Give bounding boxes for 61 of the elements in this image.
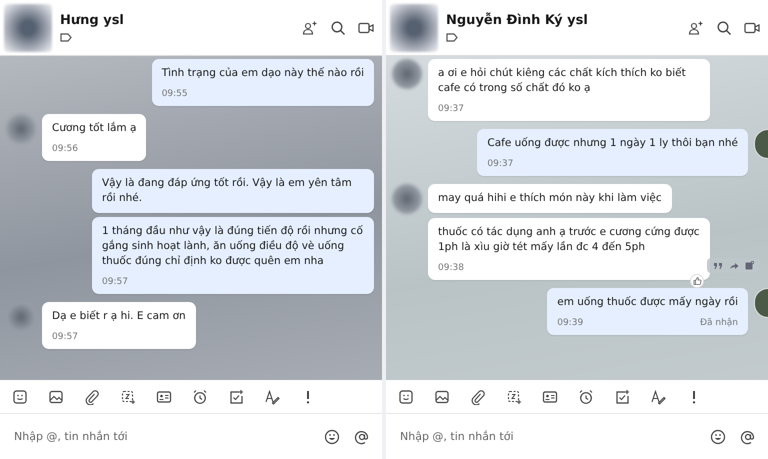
own-avatar[interactable] (754, 288, 768, 318)
contact-name: Hưng ysl (60, 13, 124, 28)
message-text: Tình trạng của em dạo này thế nào rồi (162, 66, 364, 81)
checkbox-icon[interactable] (228, 388, 244, 404)
checkbox-icon[interactable] (614, 388, 630, 404)
message-time: 09:37 (438, 104, 464, 114)
message-status: Đã nhận (700, 318, 738, 328)
message-text: 1 tháng đầu như vậy là đúng tiến độ rồi nhưng cố gắng sinh hoạt lành, ăn uống điều độ vè uống thuốc đúng chỉ định ko được quên em nha (102, 224, 364, 269)
message-text: Dạ e biết r ạ hi. E cam ơn (52, 309, 186, 324)
contact-card-icon[interactable] (156, 388, 172, 404)
message-text: may quá hihi e thích món này khi làm việc (438, 191, 662, 206)
video-camera-icon[interactable] (358, 20, 374, 34)
image-icon[interactable] (48, 388, 64, 404)
quote-icon[interactable] (713, 262, 723, 270)
mention-icon[interactable] (354, 428, 370, 444)
search-icon[interactable] (716, 20, 732, 36)
edit-icon[interactable] (745, 261, 754, 270)
own-avatar[interactable] (754, 129, 768, 159)
mention-icon[interactable] (740, 428, 756, 444)
paperclip-icon[interactable] (470, 388, 486, 404)
message-input[interactable]: Nhập @, tin nhắn tới (12, 429, 310, 444)
message-time: 09:55 (162, 89, 188, 99)
emoji-icon[interactable] (324, 428, 340, 444)
sender-avatar[interactable] (392, 59, 422, 89)
emoji-icon[interactable] (710, 428, 726, 444)
tag-icon[interactable] (60, 33, 72, 42)
add-person-icon[interactable] (302, 20, 318, 36)
image-icon[interactable] (434, 388, 450, 404)
sender-avatar[interactable] (392, 184, 422, 214)
forward-arrow-icon[interactable] (729, 262, 739, 270)
message-time: 09:57 (102, 277, 128, 287)
message-text: Vậy là đang đáp ứng tốt rồi. Vậy là em yên tâm rồi nhé. (102, 176, 353, 206)
sticker-icon[interactable] (12, 388, 28, 404)
text-format-icon[interactable] (264, 388, 280, 404)
alarm-clock-icon[interactable] (192, 388, 208, 404)
message-text: em uống thuốc được mấy ngày rồi (557, 295, 738, 310)
video-camera-icon[interactable] (744, 20, 760, 34)
screenshot-icon[interactable] (120, 388, 136, 404)
contact-avatar[interactable] (390, 4, 438, 52)
text-format-icon[interactable] (650, 388, 666, 404)
screenshot-icon[interactable] (506, 388, 522, 404)
contact-card-icon[interactable] (542, 388, 558, 404)
contact-avatar[interactable] (4, 4, 52, 52)
message-time: 09:39 (557, 318, 584, 328)
message-text: Cương tốt lắm ạ (52, 121, 136, 136)
paperclip-icon[interactable] (84, 388, 100, 404)
message-input[interactable]: Nhập @, tin nhắn tới (398, 429, 696, 444)
tag-icon[interactable] (446, 33, 458, 42)
sticker-icon[interactable] (398, 388, 414, 404)
contact-name: Nguyễn Đình Ký ysl (446, 13, 588, 28)
message-text: Cafe uống được nhưng 1 ngày 1 ly thôi bạn nhé (487, 136, 738, 151)
message-time: 09:56 (52, 144, 78, 154)
search-icon[interactable] (330, 20, 346, 36)
add-person-icon[interactable] (688, 20, 704, 36)
message-time: 09:57 (52, 332, 78, 342)
alarm-clock-icon[interactable] (578, 388, 594, 404)
like-icon[interactable] (690, 274, 704, 288)
message-text: a ơi e hỏi chút kiêng các chất kích thích ko biết cafe có trong số chất đó ko ạ (438, 66, 687, 96)
message-text: thuốc có tác dụng anh ạ trước e cương cứng được 1ph là xìu giờ tét mấy lần đc 4 đến 5ph (438, 225, 700, 255)
message-time: 09:37 (487, 159, 514, 169)
message-time: 09:38 (438, 263, 464, 273)
